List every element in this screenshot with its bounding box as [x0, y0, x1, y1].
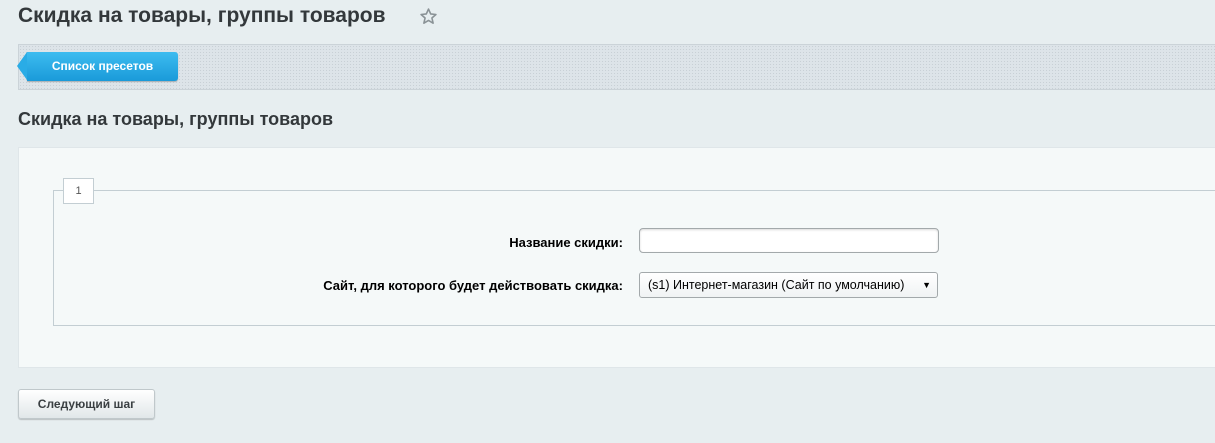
step-fieldset	[53, 190, 1215, 326]
discount-name-label: Название скидки:	[509, 235, 623, 250]
preset-list-button[interactable]: Список пресетов	[17, 52, 178, 81]
next-step-button[interactable]: Следующий шаг	[18, 389, 155, 419]
form-panel: 1 Название скидки: Сайт, для которого бу…	[18, 147, 1215, 368]
site-select[interactable]: (s1) Интернет-магазин (Сайт по умолчанию…	[639, 272, 938, 298]
toolbar: Список пресетов	[17, 44, 1215, 90]
page-title: Скидка на товары, группы товаров	[18, 4, 386, 27]
chevron-down-icon: ▼	[922, 280, 931, 290]
step-number-tab: 1	[63, 178, 94, 204]
discount-name-input[interactable]	[639, 228, 939, 253]
site-select-value: (s1) Интернет-магазин (Сайт по умолчанию…	[648, 278, 905, 292]
star-icon[interactable]	[418, 6, 439, 27]
site-label: Сайт, для которого будет действовать ски…	[323, 278, 623, 293]
section-title: Скидка на товары, группы товаров	[18, 109, 334, 129]
